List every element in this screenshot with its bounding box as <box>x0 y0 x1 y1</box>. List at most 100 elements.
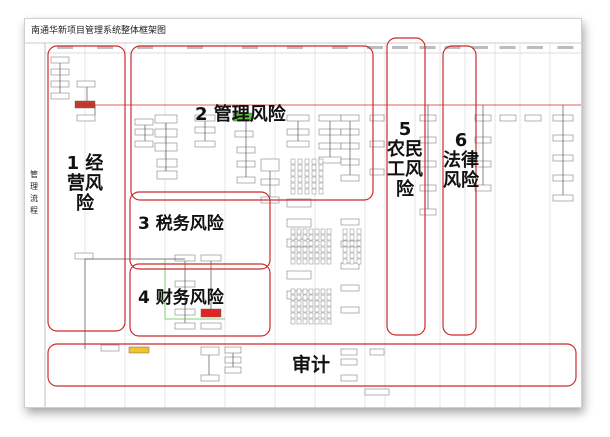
stack-box <box>318 182 324 189</box>
stack-box <box>290 182 296 189</box>
stack-box <box>302 294 308 301</box>
stack-box <box>349 228 355 235</box>
process-box <box>340 358 358 366</box>
process-box <box>174 254 196 262</box>
process-box <box>74 100 96 109</box>
stack-box <box>297 188 303 195</box>
stack-box <box>290 164 296 171</box>
flowchart-svg <box>25 37 581 407</box>
stack-box <box>296 252 302 259</box>
stack-box <box>302 240 308 247</box>
stack-box <box>308 318 314 325</box>
stack-box <box>302 300 308 307</box>
stack-box <box>318 158 324 165</box>
risk-frames <box>47 37 577 387</box>
process-box <box>200 346 220 356</box>
stack-box <box>349 252 355 259</box>
stack-box <box>290 318 296 325</box>
process-box <box>100 344 120 352</box>
column-header-text <box>392 46 408 49</box>
process-box <box>134 118 154 126</box>
process-box <box>200 254 222 262</box>
stack-box <box>356 246 362 253</box>
stack-box <box>314 318 320 325</box>
risk-label-audit: 审计 <box>292 354 331 376</box>
stack-box <box>308 294 314 301</box>
stack-box <box>290 158 296 165</box>
stack-box <box>320 306 326 313</box>
stack-box <box>349 234 355 241</box>
stack-box <box>342 258 348 265</box>
stack-box <box>302 258 308 265</box>
stack-box <box>320 288 326 295</box>
stack-box <box>342 234 348 241</box>
stack-box <box>290 252 296 259</box>
stack-box <box>296 318 302 325</box>
stack-box <box>311 188 317 195</box>
stack-box <box>326 240 332 247</box>
stack-box <box>342 252 348 259</box>
stack-box <box>349 246 355 253</box>
stack-box <box>318 188 324 195</box>
stack-box <box>320 258 326 265</box>
stack-box <box>342 246 348 253</box>
stack-box <box>356 258 362 265</box>
process-box <box>286 218 312 228</box>
stack-box <box>318 176 324 183</box>
stack-box <box>314 228 320 235</box>
stack-box <box>311 182 317 189</box>
stack-box <box>356 240 362 247</box>
stack-box <box>290 312 296 319</box>
process-box <box>128 346 150 354</box>
process-box <box>499 114 517 122</box>
process-box <box>286 270 312 280</box>
stack-box <box>320 240 326 247</box>
stack-box <box>304 176 310 183</box>
process-box <box>340 114 360 122</box>
stack-box <box>356 234 362 241</box>
stack-box <box>326 246 332 253</box>
stack-box <box>297 182 303 189</box>
stack-box <box>296 300 302 307</box>
process-box <box>369 140 385 148</box>
stack-box <box>302 234 308 241</box>
stack-box <box>314 288 320 295</box>
process-box <box>364 388 390 396</box>
stack-box <box>290 288 296 295</box>
stack-box <box>296 246 302 253</box>
stack-box <box>342 240 348 247</box>
stack-box <box>308 252 314 259</box>
stack-box <box>296 306 302 313</box>
stack-box <box>314 294 320 301</box>
stack-box <box>320 294 326 301</box>
stack-box <box>314 246 320 253</box>
risk-label-legal: 6 法律 风险 <box>443 130 479 192</box>
stack-box <box>311 170 317 177</box>
stack-box <box>326 312 332 319</box>
stack-box <box>342 228 348 235</box>
stack-box <box>290 294 296 301</box>
stack-box <box>311 164 317 171</box>
process-box <box>74 252 94 260</box>
stack-box <box>290 258 296 265</box>
diagram-canvas: 南通华新项目管理系统整体框架图 管理流程 1 经 营风 险 2 管理风险 3 税… <box>0 0 610 437</box>
process-box <box>340 306 360 314</box>
stack-box <box>311 158 317 165</box>
stack-box <box>290 246 296 253</box>
stack-box <box>308 234 314 241</box>
stack-box <box>290 306 296 313</box>
stack-box <box>296 234 302 241</box>
process-box <box>340 348 358 356</box>
process-box <box>340 174 360 182</box>
stack-box <box>326 252 332 259</box>
stack-box <box>290 240 296 247</box>
process-box <box>194 140 216 148</box>
stack-box <box>349 240 355 247</box>
stack-box <box>311 176 317 183</box>
stack-box <box>290 176 296 183</box>
stack-box <box>314 300 320 307</box>
process-box <box>369 114 385 122</box>
process-box <box>134 140 154 148</box>
stack-box <box>297 176 303 183</box>
stack-box <box>314 252 320 259</box>
